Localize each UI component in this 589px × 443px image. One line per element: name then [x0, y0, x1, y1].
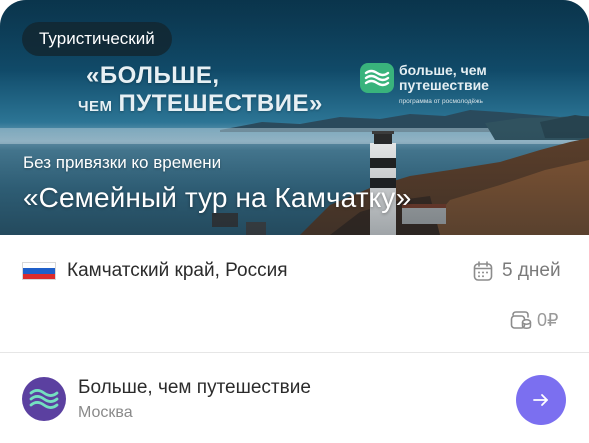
brand-name: больше, чем путешествие	[399, 62, 489, 93]
tour-location: Камчатский край, Россия	[67, 260, 288, 281]
organizer-avatar[interactable]	[22, 377, 66, 421]
location-row: Камчатский край, Россия 5 дней	[0, 255, 589, 289]
tour-schedule-note: Без привязки ко времени	[23, 153, 222, 172]
promo-slogan: «БОЛЬШЕ, ЧЕМ ПУТЕШЕСТВИЕ»	[78, 62, 334, 121]
open-tour-button[interactable]	[516, 375, 566, 425]
organizer-name[interactable]: Больше, чем путешествие	[78, 376, 311, 400]
tour-card[interactable]: Туристический «БОЛЬШЕ, ЧЕМ ПУТЕШЕСТВИЕ» б…	[0, 0, 589, 443]
russia-flag-icon	[22, 262, 56, 280]
promo-line-2-prefix: ЧЕМ	[78, 98, 113, 115]
calendar-icon	[473, 261, 493, 281]
hero-image[interactable]: Туристический «БОЛЬШЕ, ЧЕМ ПУТЕШЕСТВИЕ» б…	[0, 0, 589, 235]
tour-price: 0₽	[537, 310, 559, 330]
tour-title[interactable]: «Семейный тур на Камчатку»	[23, 181, 411, 215]
brand-logo-icon	[360, 63, 394, 93]
tour-duration: 5 дней	[502, 260, 561, 281]
price-row: 0₽	[0, 305, 589, 335]
wallet-coins-icon	[510, 311, 532, 329]
organizer-logo-icon	[29, 389, 59, 409]
organizer-city: Москва	[78, 404, 133, 421]
divider	[0, 352, 589, 353]
promo-line-2-main: ПУТЕШЕСТВИЕ»	[118, 90, 323, 117]
brand-subline: программа от росмолодёжь	[399, 98, 483, 105]
arrow-right-icon	[533, 394, 548, 406]
promo-line-1: «БОЛЬШЕ,	[86, 62, 220, 89]
category-tag: Туристический	[22, 22, 172, 56]
promo-line-2: ЧЕМ ПУТЕШЕСТВИЕ»	[78, 90, 334, 121]
